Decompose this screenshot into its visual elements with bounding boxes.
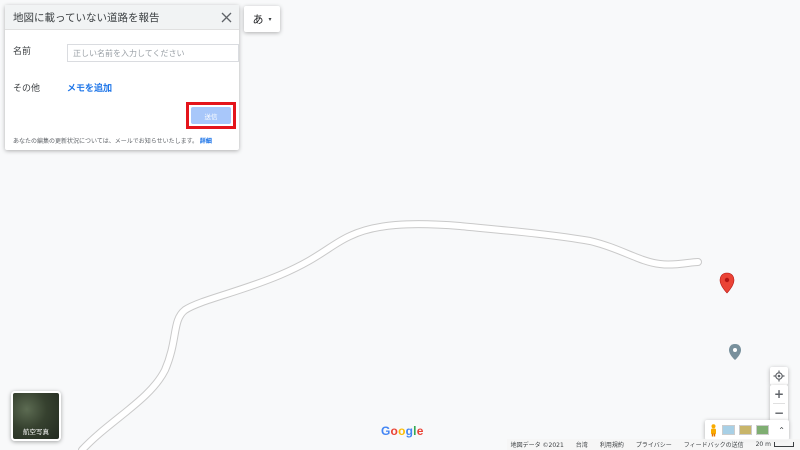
close-icon[interactable]	[219, 10, 233, 24]
privacy-link[interactable]: プライバシー	[636, 440, 672, 449]
other-label: その他	[13, 84, 41, 94]
logo-letter: G	[381, 424, 391, 438]
logo-letter: o	[398, 424, 406, 438]
details-link[interactable]: 詳細	[200, 138, 212, 145]
aerial-view-label: 航空写真	[23, 428, 49, 436]
name-input[interactable]	[67, 44, 239, 62]
zoom-controls: + −	[770, 385, 788, 421]
zoom-out-button[interactable]: −	[770, 404, 788, 421]
ime-label: あ	[252, 13, 264, 26]
scale-bar	[774, 442, 794, 447]
layer-thumbnail-3[interactable]	[756, 425, 769, 435]
my-location-button[interactable]	[770, 367, 788, 385]
logo-letter: o	[390, 424, 399, 438]
crosshair-icon	[773, 370, 785, 382]
panel-header: 地図に載っていない道路を報告	[5, 5, 239, 30]
update-note: あなたの編集の更新状況については、メールでお知らせいたします。 詳細	[13, 136, 212, 145]
feedback-link[interactable]: フィードバックの送信	[684, 440, 744, 449]
road-fill	[79, 221, 701, 450]
submit-highlight: 送信	[186, 102, 236, 129]
region-label: 台湾	[575, 442, 588, 449]
panel-title: 地図に載っていない道路を報告	[13, 11, 160, 24]
terms-link[interactable]: 利用規約	[600, 440, 624, 449]
update-note-text: あなたの編集の更新状況については、メールでお知らせいたします。	[13, 138, 198, 145]
google-logo: Google	[381, 424, 424, 438]
red-marker-icon	[719, 272, 735, 294]
expand-chevron-icon[interactable]: ⌃	[778, 426, 785, 435]
map-footer: 地図データ ©2021 台湾 利用規約 プライバシー フィードバックの送信 20…	[506, 439, 800, 450]
map-data-credit[interactable]: 地図データ ©2021	[511, 440, 564, 449]
layer-thumbnail-2[interactable]	[739, 425, 752, 435]
aerial-view-toggle[interactable]: 航空写真	[11, 391, 61, 441]
report-road-panel: 地図に載っていない道路を報告 名前 その他 メモを追加 送信 あなたの編集の更新…	[5, 5, 239, 150]
add-memo-link[interactable]: メモを追加	[67, 81, 112, 94]
layers-minibar: ⌃	[705, 420, 789, 440]
scale-indicator[interactable]: 20 m	[756, 441, 794, 448]
layer-thumbnail-1[interactable]	[722, 425, 735, 435]
dropdown-caret-icon: ▾	[268, 15, 272, 23]
place-pin-icon	[729, 344, 741, 360]
scale-label: 20 m	[755, 441, 771, 448]
pegman-icon[interactable]	[709, 423, 718, 437]
ime-toggle-button[interactable]: あ ▾	[244, 6, 280, 32]
submit-button[interactable]: 送信	[191, 107, 231, 124]
zoom-in-button[interactable]: +	[770, 385, 788, 403]
name-label: 名前	[13, 47, 32, 57]
logo-letter: g	[405, 424, 414, 438]
logo-letter: e	[416, 424, 424, 438]
